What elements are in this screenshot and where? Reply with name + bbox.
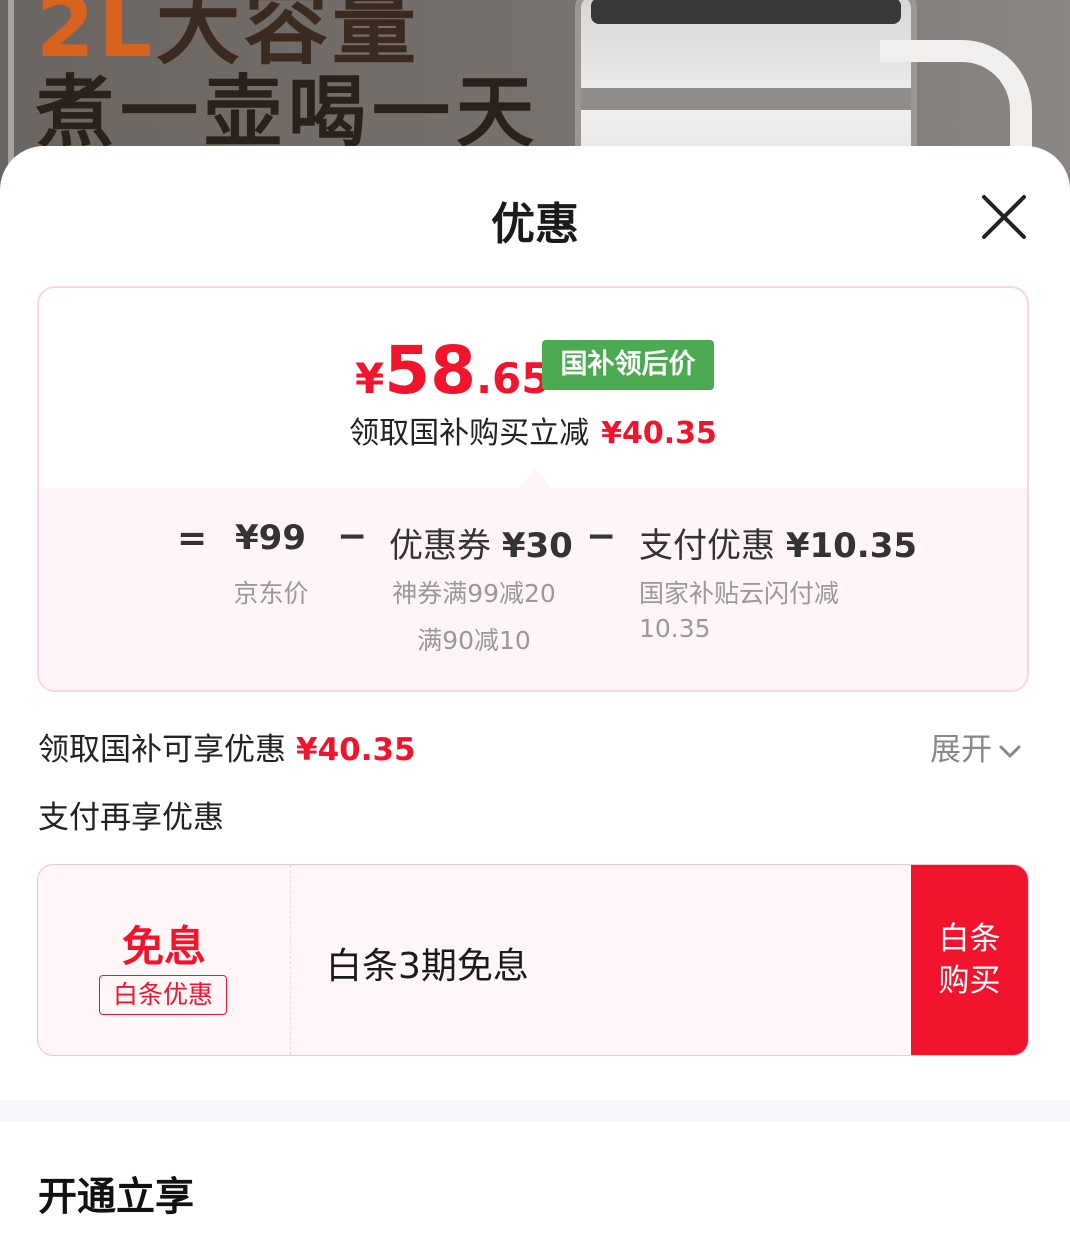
subsidy-amount: ¥40.35 <box>601 416 717 451</box>
coupon-desc-2: 满90减10 <box>417 626 531 655</box>
open-benefits-title: 开通立享 <box>38 1175 195 1220</box>
minus-sign: − <box>337 516 368 557</box>
coupon-label: 优惠券 <box>389 526 491 566</box>
baitiao-offer-card[interactable]: 免息 白条优惠 白条3期免息 白条 购买 <box>37 864 1029 1056</box>
coupon-value: 优惠券 ¥30 <box>389 518 573 567</box>
pay-more-label: 支付再享优惠 <box>38 800 224 836</box>
close-icon[interactable] <box>978 191 1030 243</box>
jd-price-amount: ¥99 <box>235 518 306 558</box>
notch <box>519 469 551 488</box>
subsidy-row-label: 领取国补可享优惠 <box>38 732 286 768</box>
pay-discount-value: 支付优惠 ¥10.35 <box>639 518 917 567</box>
subsidy-line: 领取国补购买立减 ¥40.35 <box>39 408 1027 452</box>
coupon-desc-1: 神券满99减20 <box>392 579 556 608</box>
sheet-title: 优惠 <box>491 199 579 250</box>
pay-discount-label: 支付优惠 <box>639 526 775 566</box>
expand-button[interactable]: 展开 <box>930 724 1022 769</box>
price-currency: ¥ <box>355 354 385 403</box>
final-price: ¥58.65 <box>355 332 551 409</box>
chevron-down-icon <box>999 745 1021 757</box>
interest-free-label: 免息 <box>121 922 206 971</box>
subsidy-row-amount: ¥40.35 <box>296 732 416 768</box>
price-breakdown-card: ¥58.65 国补领后价 领取国补购买立减 ¥40.35 = ¥99 京东价 − … <box>37 286 1029 692</box>
pay-discount-amount: ¥10.35 <box>785 526 918 566</box>
coupon-amount: ¥30 <box>501 526 573 566</box>
baitiao-badge-area: 免息 白条优惠 <box>38 865 291 1055</box>
price-decimal: .65 <box>476 354 551 403</box>
price-summary: ¥58.65 国补领后价 领取国补购买立减 ¥40.35 <box>39 288 1027 488</box>
jd-price-value: ¥99 <box>235 518 306 558</box>
baitiao-offer-text: 白条3期免息 <box>326 946 529 987</box>
kettle-band <box>581 88 911 110</box>
subsidy-row: 领取国补可享优惠 ¥40.35 <box>38 724 416 769</box>
equals-sign: = <box>177 518 208 559</box>
jd-price-label: 京东价 <box>233 579 309 608</box>
expand-label: 展开 <box>930 732 992 768</box>
subsidy-price-badge: 国补领后价 <box>542 340 714 390</box>
kettle-lid <box>591 0 901 24</box>
baitiao-tag: 白条优惠 <box>99 975 227 1015</box>
minus-sign: − <box>586 516 617 557</box>
pay-desc-2: 10.35 <box>639 614 711 643</box>
price-integer: 58 <box>384 332 477 409</box>
subsidy-text: 领取国补购买立减 <box>349 416 590 451</box>
section-divider <box>0 1100 1070 1122</box>
discount-sheet: 优惠 ¥58.65 国补领后价 领取国补购买立减 ¥40.35 = ¥99 京东价… <box>0 146 1070 1236</box>
baitiao-buy-line2: 购买 <box>938 963 1001 999</box>
price-calculation: = ¥99 京东价 − 优惠券 ¥30 神券满99减20 满90减10 − 支付… <box>39 469 1027 690</box>
baitiao-buy-button[interactable]: 白条 购买 <box>911 865 1028 1055</box>
baitiao-buy-line1: 白条 <box>938 921 1001 957</box>
